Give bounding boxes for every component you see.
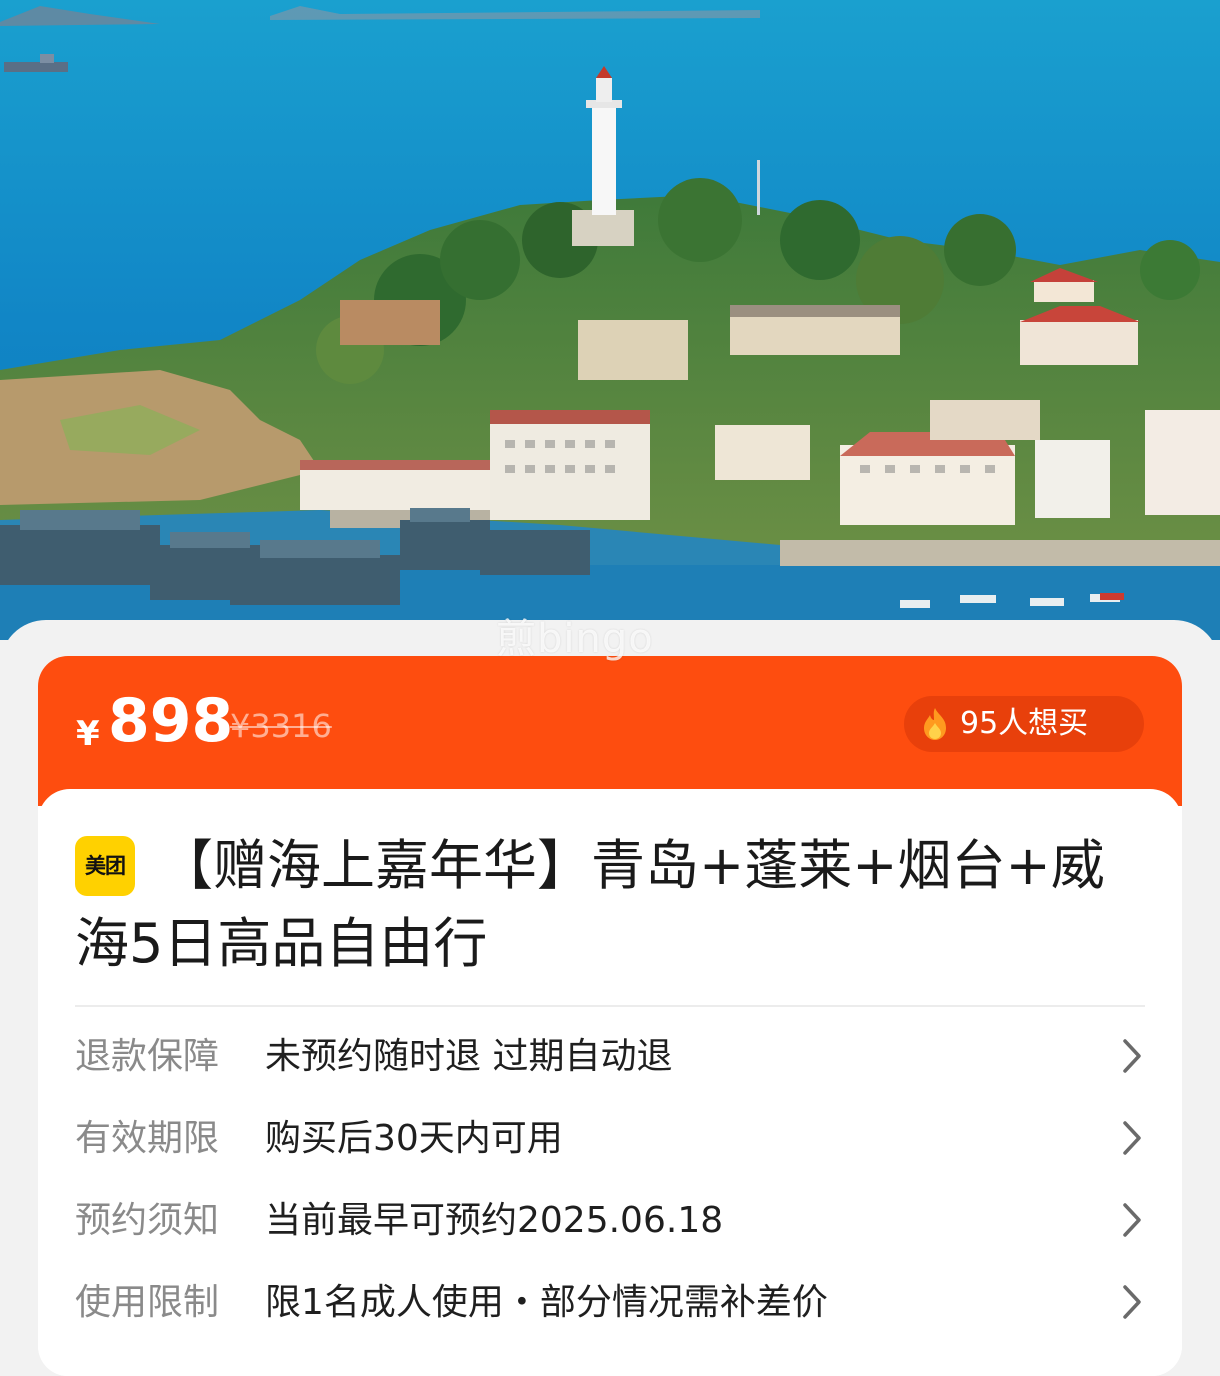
original-price: ¥3316 <box>230 707 332 745</box>
chevron-right-icon <box>1123 1285 1141 1319</box>
info-row-label: 退款保障 <box>75 1036 220 1077</box>
info-row-validity[interactable]: 有效期限 购买后30天内可用 <box>75 1097 1145 1179</box>
info-row-value: 未预约随时退 过期自动退 <box>265 1036 673 1077</box>
current-price: 898 <box>108 686 234 756</box>
flame-icon <box>924 708 946 740</box>
hero-image <box>0 0 1220 640</box>
info-row-value: 当前最早可预约2025.06.18 <box>265 1200 724 1241</box>
currency-symbol: ¥ <box>76 714 100 754</box>
want-to-buy-count: 95人想买 <box>960 706 1089 741</box>
info-row-value: 购买后30天内可用 <box>265 1118 563 1159</box>
want-to-buy-badge: 95人想买 <box>904 696 1144 752</box>
product-title: 【赠海上嘉年华】青岛+蓬莱+烟台+威海5日高品自由行 <box>75 834 1105 975</box>
price-bar: ¥ 898 ¥3316 95人想买 <box>38 656 1182 806</box>
info-row-booking[interactable]: 预约须知 当前最早可预约2025.06.18 <box>75 1179 1145 1261</box>
info-row-label: 预约须知 <box>75 1200 220 1241</box>
chevron-right-icon <box>1123 1039 1141 1073</box>
watermark-text: 煎bingo <box>496 616 654 662</box>
info-row-label: 使用限制 <box>75 1282 220 1323</box>
chevron-right-icon <box>1123 1203 1141 1237</box>
product-details: 美团 【赠海上嘉年华】青岛+蓬莱+烟台+威海5日高品自由行 退款保障 未预约随时… <box>38 789 1182 1376</box>
chevron-right-icon <box>1123 1121 1141 1155</box>
info-row-refund[interactable]: 退款保障 未预约随时退 过期自动退 <box>75 1015 1145 1097</box>
divider <box>75 1005 1145 1007</box>
info-row-usage-limit[interactable]: 使用限制 限1名成人使用・部分情况需补差价 <box>75 1261 1145 1343</box>
product-card: ¥ 898 ¥3316 95人想买 美团 【赠海上嘉年华】青岛+蓬莱+烟台+威海… <box>38 656 1182 1376</box>
info-row-label: 有效期限 <box>75 1118 220 1159</box>
info-row-value: 限1名成人使用・部分情况需补差价 <box>265 1282 828 1323</box>
